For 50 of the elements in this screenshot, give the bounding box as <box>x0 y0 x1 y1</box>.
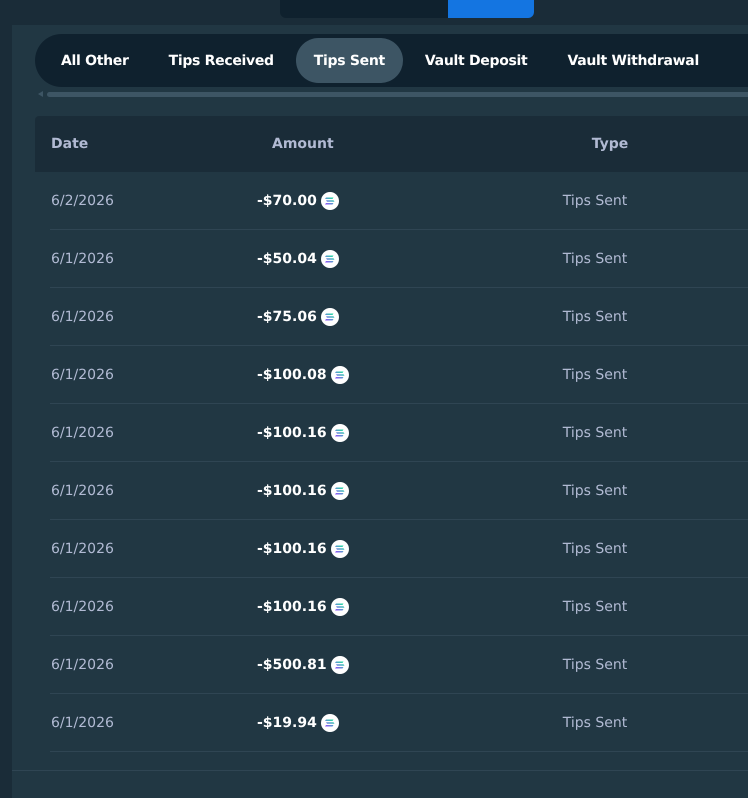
amount-cell: -$100.08 <box>257 366 327 382</box>
column-header: Amount <box>272 136 335 152</box>
date-cell-text: 6/2/2026 <box>51 192 115 208</box>
coin-icon <box>330 366 349 384</box>
type-cell-text: Tips Sent <box>562 540 628 556</box>
coin-icon <box>330 656 349 674</box>
coin-icon <box>320 714 339 732</box>
type-cell-text: Tips Sent <box>562 598 628 614</box>
amount-cell: -$100.16 <box>257 482 327 498</box>
filter-tab[interactable]: Tips Received <box>150 38 292 83</box>
coin-icon <box>320 250 339 268</box>
amount-cell: -$70.00 <box>257 192 317 208</box>
scroll-left-icon[interactable] <box>38 91 44 97</box>
amount-cell: -$100.16 <box>257 598 327 614</box>
type-cell-text: Tips Sent <box>562 192 628 208</box>
date-cell-text: 6/1/2026 <box>51 366 115 382</box>
amount-cell: -$100.16 <box>257 424 327 440</box>
coin-icon <box>330 482 349 500</box>
type-cell-text: Tips Sent <box>562 482 628 498</box>
date-cell-text: 6/1/2026 <box>51 482 115 498</box>
filter-tab[interactable]: All Other <box>43 38 147 83</box>
column-header: Type <box>590 136 630 152</box>
filter-tab[interactable]: Vault Deposit <box>406 38 546 83</box>
date-cell-text: 6/1/2026 <box>51 656 115 672</box>
scrollbar-thumb[interactable] <box>47 92 748 96</box>
coin-icon <box>320 308 339 326</box>
coin-icon <box>330 598 349 616</box>
filter-tab[interactable]: Tips Sent <box>296 38 403 83</box>
amount-cell: -$19.94 <box>257 714 317 730</box>
date-cell-text: 6/1/2026 <box>51 424 115 440</box>
coin-icon <box>320 192 339 210</box>
amount-cell: -$50.04 <box>257 250 317 266</box>
type-cell-text: Tips Sent <box>562 308 628 324</box>
amount-cell: -$75.06 <box>257 308 317 324</box>
date-cell-text: 6/1/2026 <box>51 308 115 324</box>
type-cell-text: Tips Sent <box>562 250 628 266</box>
type-cell-text: Tips Sent <box>562 424 628 440</box>
date-cell-text: 6/1/2026 <box>51 714 115 730</box>
type-cell-text: Tips Sent <box>562 366 628 382</box>
date-cell-text: 6/1/2026 <box>51 598 115 614</box>
column-header: Date <box>51 136 90 152</box>
date-cell-text: 6/1/2026 <box>51 540 115 556</box>
date-cell-text: 6/1/2026 <box>51 250 115 266</box>
amount-cell: -$500.81 <box>257 656 327 672</box>
coin-icon <box>330 424 349 442</box>
type-cell-text: Tips Sent <box>562 714 628 730</box>
type-cell-text: Tips Sent <box>562 656 628 672</box>
filter-tab[interactable]: Vault Withdrawal <box>549 38 717 83</box>
coin-icon <box>330 540 349 558</box>
amount-cell: -$100.16 <box>257 540 327 556</box>
